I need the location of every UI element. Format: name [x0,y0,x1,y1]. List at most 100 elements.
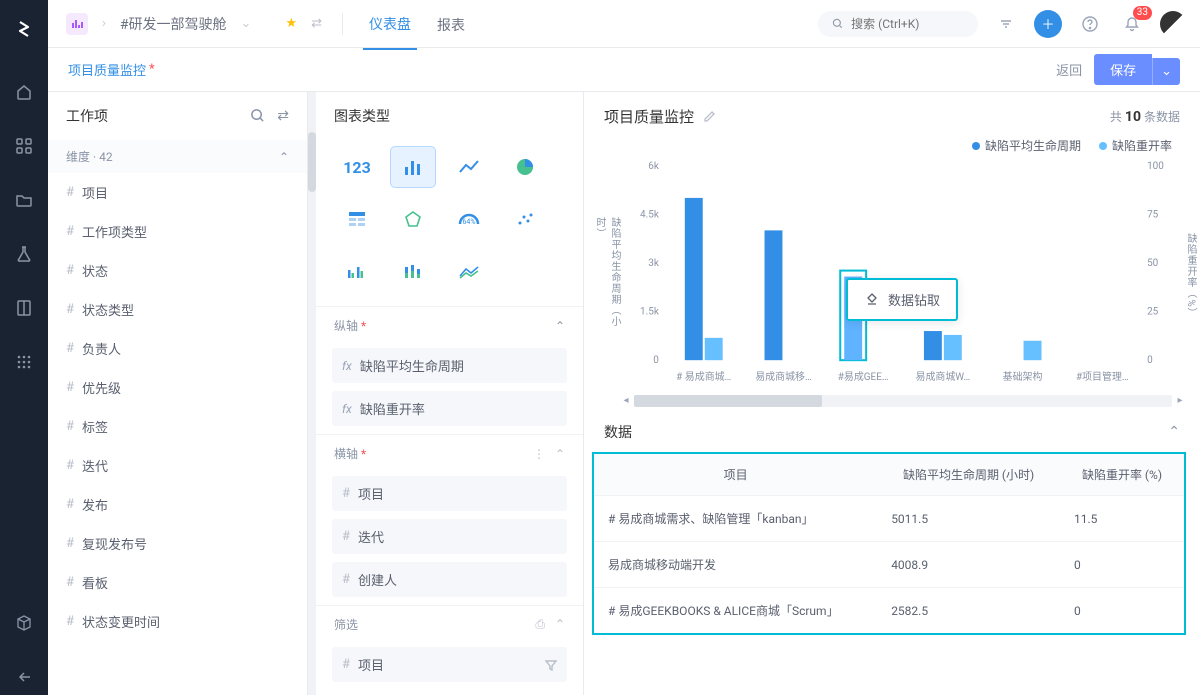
drill-down-popup[interactable]: 数据钻取 [846,278,958,321]
chart-horizontal-scrollbar[interactable]: ◂ ▸ [634,395,1172,407]
chart-canvas: 缺陷平均生命周期（小时） 缺陷重开率（%） 01.5k3k4.5k6k02550… [584,158,1200,393]
save-button[interactable]: 保存 [1094,54,1152,85]
table-row[interactable]: 易成商城移动端开发4008.90 [594,542,1184,588]
nav-home-icon[interactable] [0,74,48,110]
y-axis-item-1[interactable]: fx缺陷平均生命周期 [332,348,567,383]
chart-type-pie[interactable] [502,146,548,188]
nav-flask-icon[interactable] [0,236,48,272]
table-row[interactable]: # 易成GEEKBOOKS & ALICE商城「Scrum」2582.50 [594,588,1184,634]
work-item-title: 工作项 [66,106,108,126]
svg-text:# 易成商城…: # 易成商城… [676,370,731,383]
scrollbar[interactable] [308,92,316,695]
chart-title: 项目质量监控 [604,106,694,127]
data-section-header[interactable]: 数据 ⌃ [584,407,1200,452]
svg-text:75: 75 [1147,209,1159,220]
swap-icon[interactable]: ⇄ [311,16,322,31]
dimension-section-header[interactable]: 维度 · 42 ⌃ [48,140,307,173]
x-axis-item-3[interactable]: #创建人 [332,562,567,597]
chart-type-number[interactable]: 123 [334,146,380,188]
dimension-list: #项目#工作项类型#状态#状态类型#负责人#优先级#标签#迭代#发布#复现发布号… [48,173,307,695]
breadcrumb-text[interactable]: #研发一部驾驶舱 [120,14,227,34]
dimension-item[interactable]: #优先级 [48,368,307,407]
dimension-item[interactable]: #状态变更时间 [48,602,307,641]
nav-collapse-icon[interactable] [0,659,48,695]
chart-type-line[interactable] [446,146,492,188]
svg-text:0: 0 [1147,355,1153,366]
legend-dot [1099,142,1107,150]
user-avatar[interactable] [1160,11,1186,37]
table-header: 缺陷平均生命周期 (小时) [877,454,1060,496]
data-table: 项目缺陷平均生命周期 (小时)缺陷重开率 (%)# 易成商城需求、缺陷管理「ka… [592,452,1186,635]
bar-chart[interactable]: 01.5k3k4.5k6k0255075100# 易成商城…易成商城移…#易成G… [634,158,1172,393]
svg-text:100: 100 [1147,161,1164,172]
dimension-item[interactable]: #状态 [48,251,307,290]
app-logo[interactable] [0,12,48,48]
breadcrumb-dropdown-icon[interactable]: ⌄ [241,16,252,31]
dimension-item[interactable]: #负责人 [48,329,307,368]
notification-icon[interactable]: 33 [1118,10,1146,38]
search-input[interactable] [851,17,964,31]
legend-item-2[interactable]: 缺陷重开率 [1099,137,1172,154]
filter-funnel-icon[interactable] [545,659,557,671]
filter-icon[interactable] [992,10,1020,38]
edit-icon[interactable] [702,110,716,124]
chart-type-grid: 123 64% [316,140,583,306]
table-row[interactable]: # 易成商城需求、缺陷管理「kanban」5011.511.5 [594,496,1184,542]
save-dropdown[interactable]: ⌄ [1152,58,1180,85]
save-view-icon[interactable]: ⎙ [535,617,545,632]
tab-dashboard[interactable]: 仪表盘 [363,14,417,50]
search-box[interactable] [818,11,978,37]
dimension-item[interactable]: #发布 [48,485,307,524]
dimension-item[interactable]: #工作项类型 [48,212,307,251]
chart-type-gauge[interactable]: 64% [446,198,492,240]
chart-type-bar[interactable] [390,146,436,188]
legend-item-1[interactable]: 缺陷平均生命周期 [972,137,1081,154]
scroll-left-icon[interactable]: ◂ [620,395,632,407]
dimension-item[interactable]: #状态类型 [48,290,307,329]
more-icon[interactable]: ⋮ [533,447,545,461]
chevron-up-icon[interactable]: ⌃ [1168,424,1180,440]
scroll-thumb[interactable] [634,395,822,407]
dimension-item[interactable]: #项目 [48,173,307,212]
back-button[interactable]: 返回 [1044,54,1094,85]
swap-icon[interactable]: ⇄ [277,108,289,124]
chart-type-scatter[interactable] [502,198,548,240]
y-axis-item-2[interactable]: fx缺陷重开率 [332,391,567,426]
y-axis-section[interactable]: 纵轴 *⌃ [316,307,583,344]
hash-icon: # [66,419,74,434]
scroll-right-icon[interactable]: ▸ [1174,395,1186,407]
add-button[interactable]: ＋ [1034,10,1062,38]
chart-type-area[interactable] [446,250,492,292]
nav-doc-icon[interactable] [0,290,48,326]
x-axis-item-1[interactable]: #项目 [332,476,567,511]
chart-config-panel: 图表类型 123 64% 纵轴 *⌃ fx缺陷平均生命周期 fx缺陷重开率 [316,92,584,695]
x-axis-item-2[interactable]: #迭代 [332,519,567,554]
dimension-count: 42 [99,150,113,164]
hash-icon: # [66,536,74,551]
help-icon[interactable] [1076,10,1104,38]
dimension-item[interactable]: #标签 [48,407,307,446]
chart-type-grouped-bar[interactable] [334,250,380,292]
tab-report[interactable]: 报表 [431,15,471,49]
y-axis-left-label: 缺陷平均生命周期（小时） [592,217,622,335]
filter-section[interactable]: 筛选⎙⌃ [316,606,583,643]
star-icon[interactable]: ★ [285,16,297,31]
nav-grid-icon[interactable] [0,344,48,380]
search-icon [832,17,843,30]
hash-icon: # [66,458,74,473]
chart-type-stacked-bar[interactable] [390,250,436,292]
x-axis-section[interactable]: 横轴 *⋮⌃ [316,435,583,472]
nav-apps-icon[interactable] [0,128,48,164]
dimension-item[interactable]: #看板 [48,563,307,602]
chart-type-polygon[interactable] [390,198,436,240]
nav-cube-icon[interactable] [0,605,48,641]
dimension-item[interactable]: #迭代 [48,446,307,485]
search-icon[interactable] [250,108,265,124]
svg-text:#易成GEE…: #易成GEE… [838,371,889,383]
nav-folder-icon[interactable] [0,182,48,218]
svg-text:64%: 64% [463,218,476,226]
project-icon[interactable] [66,13,88,35]
chart-type-table[interactable] [334,198,380,240]
dimension-item[interactable]: #复现发布号 [48,524,307,563]
filter-item-1[interactable]: #项目 [332,647,567,682]
